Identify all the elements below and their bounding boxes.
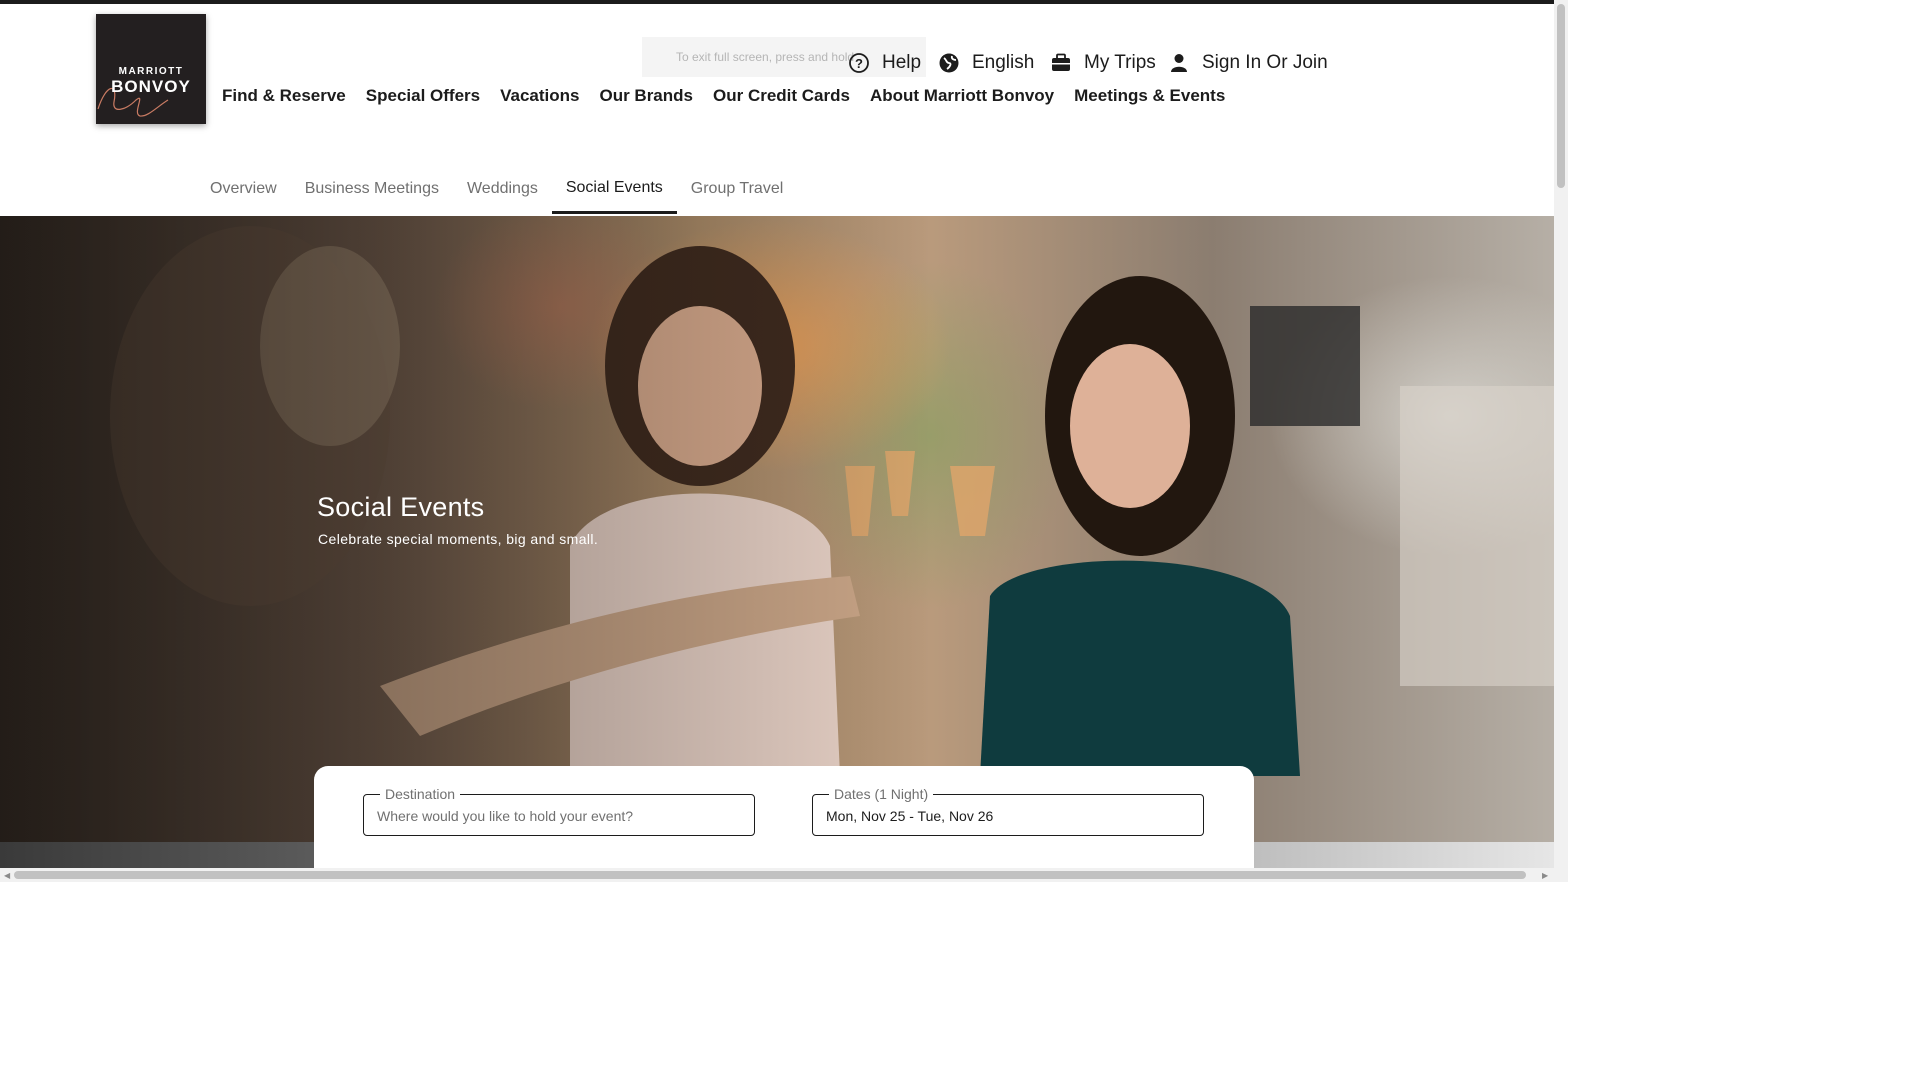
globe-icon: [938, 52, 960, 74]
user-icon: [1168, 52, 1190, 74]
sign-in-link[interactable]: Sign In Or Join: [1168, 50, 1328, 76]
marriott-bonvoy-logo[interactable]: MARRIOTT BONVOY: [96, 14, 206, 124]
tab-business-meetings[interactable]: Business Meetings: [291, 164, 453, 214]
destination-input[interactable]: Where would you like to hold your event?: [377, 808, 633, 824]
nav-vacations[interactable]: Vacations: [500, 86, 579, 106]
hero-subtitle: Celebrate special moments, big and small…: [318, 531, 599, 547]
tab-social-events[interactable]: Social Events: [551, 164, 677, 214]
top-bar: [0, 0, 1554, 4]
scroll-right-arrow-icon[interactable]: ▶: [1542, 871, 1548, 880]
sub-navigation-tabs: Overview Business Meetings Weddings Soci…: [196, 164, 797, 214]
dates-value[interactable]: Mon, Nov 25 - Tue, Nov 26: [826, 808, 993, 824]
horizontal-scrollbar-thumb[interactable]: [14, 871, 1526, 879]
my-trips-link[interactable]: My Trips: [1050, 50, 1156, 76]
sign-in-label: Sign In Or Join: [1202, 52, 1328, 73]
my-trips-label: My Trips: [1084, 52, 1156, 73]
nav-special-offers[interactable]: Special Offers: [366, 86, 480, 106]
nav-our-brands[interactable]: Our Brands: [599, 86, 693, 106]
dates-label: Dates (1 Night): [829, 786, 934, 802]
tab-group-travel[interactable]: Group Travel: [677, 164, 797, 214]
help-link[interactable]: ? Help: [848, 50, 921, 76]
language-selector[interactable]: English: [938, 50, 1034, 76]
hero-image: [0, 216, 1554, 842]
destination-field[interactable]: Destination Where would you like to hold…: [363, 786, 755, 836]
vertical-scrollbar-thumb[interactable]: [1557, 4, 1565, 188]
hero-title: Social Events: [317, 492, 485, 522]
help-icon: ?: [848, 52, 870, 74]
help-label: Help: [882, 52, 922, 73]
dates-field[interactable]: Dates (1 Night) Mon, Nov 25 - Tue, Nov 2…: [812, 786, 1204, 836]
tab-overview[interactable]: Overview: [196, 164, 291, 214]
nav-meetings-events[interactable]: Meetings & Events: [1074, 86, 1225, 106]
vertical-scrollbar[interactable]: [1554, 0, 1568, 868]
suitcase-icon: [1050, 52, 1072, 74]
main-navigation: Find & Reserve Special Offers Vacations …: [222, 86, 1245, 106]
event-search-card: Destination Where would you like to hold…: [314, 766, 1254, 876]
scroll-left-arrow-icon[interactable]: ◀: [4, 871, 10, 880]
language-label: English: [972, 52, 1035, 73]
svg-text:?: ?: [855, 56, 863, 71]
nav-about-marriott-bonvoy[interactable]: About Marriott Bonvoy: [870, 86, 1054, 106]
logo-text-bonvoy: BONVOY: [111, 77, 191, 96]
tab-weddings[interactable]: Weddings: [453, 164, 552, 214]
horizontal-scrollbar[interactable]: ◀ ▶: [0, 868, 1568, 882]
nav-find-reserve[interactable]: Find & Reserve: [222, 86, 346, 106]
nav-our-credit-cards[interactable]: Our Credit Cards: [713, 86, 850, 106]
logo-text-marriott: MARRIOTT: [118, 66, 184, 77]
destination-label: Destination: [380, 786, 461, 802]
